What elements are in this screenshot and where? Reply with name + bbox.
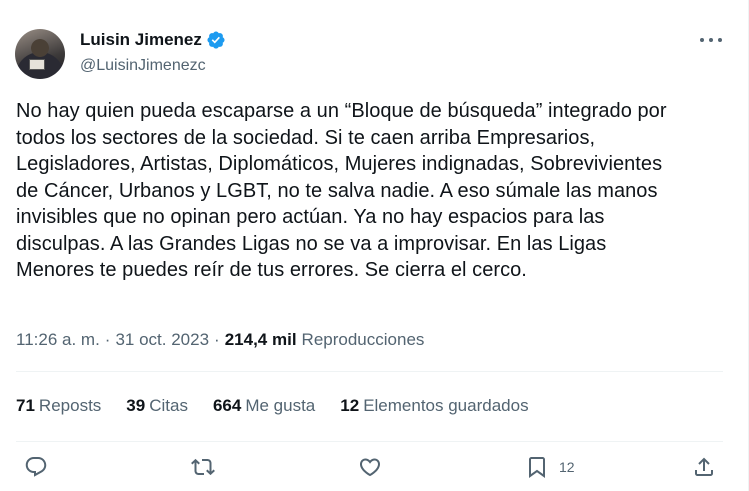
tweet-date[interactable]: 31 oct. 2023 — [115, 330, 209, 350]
stat-label: Citas — [149, 396, 188, 415]
stat-number: 12 — [340, 396, 360, 415]
stat-quotes[interactable]: 39 Citas — [126, 396, 188, 416]
tweet-line: Menores te puedes reír de tus errores. S… — [16, 259, 527, 281]
reply-button[interactable] — [24, 455, 48, 479]
repost-button[interactable] — [191, 455, 215, 479]
stat-label: Elementos guardados — [363, 396, 529, 415]
author-handle[interactable]: @LuisinJimenezc — [80, 57, 206, 75]
tweet-line: todos los sectores de la sociedad. Si te… — [16, 126, 596, 149]
like-button[interactable] — [358, 455, 382, 479]
stat-number: 664 — [212, 396, 242, 415]
tweet-meta: 11:26 a. m. · 31 oct. 2023 · 214,4 mil R… — [16, 330, 424, 350]
share-button[interactable] — [692, 455, 716, 479]
tweet-detail: Luisin Jimenez @LuisinJimenezc No hay qu… — [0, 0, 749, 491]
tweet-line: Legisladores, Artistas, Diplomáticos, Mu… — [16, 153, 663, 175]
tweet-line: de Cáncer, Urbanos y LGBT, no te salva n… — [16, 179, 658, 202]
bookmark-icon — [529, 457, 545, 478]
stat-label: Reposts — [38, 396, 102, 415]
meta-separator: · — [214, 330, 220, 349]
meta-separator: · — [104, 330, 111, 349]
stat-number: 39 — [126, 396, 146, 415]
tweet-line: No hay quien pueda escaparse a un “Bloqu… — [16, 100, 667, 122]
divider — [16, 441, 723, 442]
bookmark-count: 12 — [559, 459, 575, 475]
tweet-line: invisibles que no opinan pero actúan. Ya… — [16, 206, 605, 228]
stat-bookmarks[interactable]: 12 Elementos guardados — [340, 396, 528, 416]
stat-reposts[interactable]: 71 Reposts — [16, 396, 101, 416]
author-name-row: Luisin Jimenez — [80, 30, 226, 50]
divider — [16, 371, 723, 372]
tweet-text: No hay quien pueda escaparse a un “Bloqu… — [16, 98, 728, 284]
stat-likes[interactable]: 664 Me gusta — [213, 396, 315, 416]
stat-number: 71 — [16, 396, 35, 415]
more-options-icon[interactable] — [700, 30, 722, 50]
verified-badge-icon[interactable] — [206, 30, 226, 50]
repost-icon — [191, 458, 215, 476]
bookmark-button[interactable]: 12 — [525, 455, 575, 479]
views-count: 214,4 mil — [224, 330, 297, 349]
engagement-stats: 71 Reposts 39 Citas 664 Me gusta 12 Elem… — [16, 396, 554, 416]
stat-label: Me gusta — [245, 396, 316, 415]
like-icon — [359, 458, 381, 477]
views-label: Reproducciones — [301, 330, 425, 349]
avatar[interactable] — [15, 29, 65, 79]
action-bar: 12 — [0, 455, 749, 483]
tweet-line: disculpas. A las Grandes Ligas no se va … — [16, 232, 607, 255]
author-name[interactable]: Luisin Jimenez — [80, 30, 202, 50]
tweet-time[interactable]: 11:26 a. m. — [16, 330, 100, 350]
share-icon — [695, 457, 713, 476]
reply-icon — [25, 457, 47, 477]
